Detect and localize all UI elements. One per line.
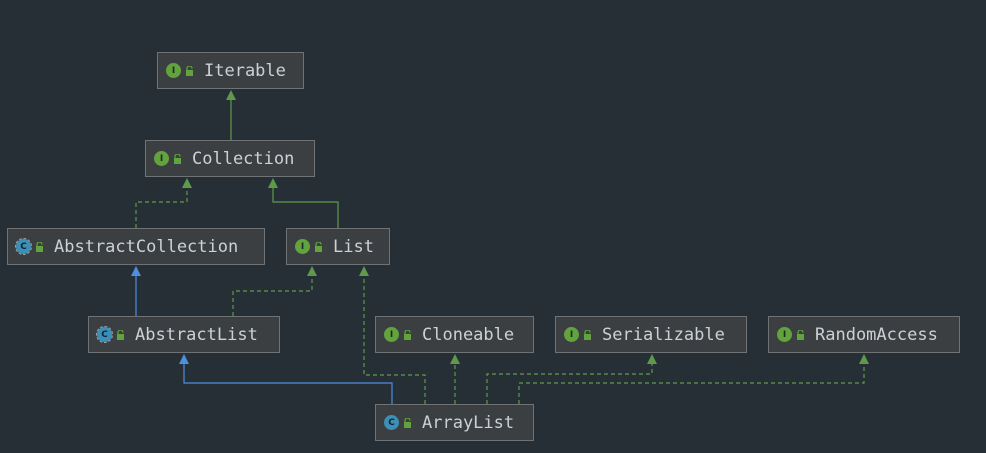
node-label: AbstractList [135,324,258,345]
edge-collection-to-iterable [226,90,236,140]
node-list[interactable]: I List [286,228,390,265]
node-arraylist[interactable]: C ArrayList [375,404,534,441]
edge-abstractcollection-to-collection [135,178,192,228]
lock-icon [186,65,193,76]
edge-arraylist-to-randomaccess [518,354,869,404]
edge-arraylist-to-abstractlist [179,354,393,404]
arrowhead [647,354,657,364]
edge-abstractlist-to-abstractcollection [131,266,141,316]
lock-icon [117,329,124,340]
lock-icon [797,329,804,340]
node-abstractlist[interactable]: C AbstractList [88,316,280,353]
interface-icon: I [166,63,181,78]
arrowhead [226,90,236,100]
interface-icon: I [777,327,792,342]
edge-arraylist-to-serializable [486,354,657,404]
node-randomaccess[interactable]: I RandomAccess [768,316,960,353]
node-serializable[interactable]: I Serializable [555,316,747,353]
arrowhead [307,266,317,276]
arrowhead [450,354,460,364]
node-label: Iterable [204,60,286,81]
interface-icon: I [564,327,579,342]
node-collection[interactable]: I Collection [145,140,315,177]
node-label: ArrayList [422,412,515,433]
arrowhead [182,178,192,188]
interface-icon: I [384,327,399,342]
arrowhead [359,266,369,276]
interface-icon: I [154,151,169,166]
lock-icon [315,241,322,252]
lock-icon [584,329,591,340]
uml-class-diagram: I Iterable I Collection C AbstractCollec… [0,0,986,453]
lock-icon [36,241,43,252]
arrowhead [131,266,141,276]
edge-layer [131,90,869,404]
node-label: Cloneable [422,324,515,345]
arrowhead [268,178,278,188]
edge-list-to-collection [268,178,339,228]
edge-arraylist-to-cloneable [450,354,460,404]
interface-icon: I [295,239,310,254]
abstract-class-icon: C [15,238,32,255]
node-label: Collection [192,148,295,169]
node-abstractcollection[interactable]: C AbstractCollection [7,228,265,265]
node-label: RandomAccess [815,324,938,345]
node-label: AbstractCollection [54,236,239,257]
lock-icon [404,329,411,340]
arrowhead [859,354,869,364]
abstract-class-icon: C [96,326,113,343]
class-icon: C [384,415,399,430]
lock-icon [174,153,181,164]
lock-icon [404,417,411,428]
edge-abstractlist-to-list [232,266,317,316]
node-iterable[interactable]: I Iterable [157,52,304,89]
node-label: List [333,236,374,257]
arrowhead [179,354,189,364]
node-cloneable[interactable]: I Cloneable [375,316,534,353]
node-label: Serializable [602,324,725,345]
